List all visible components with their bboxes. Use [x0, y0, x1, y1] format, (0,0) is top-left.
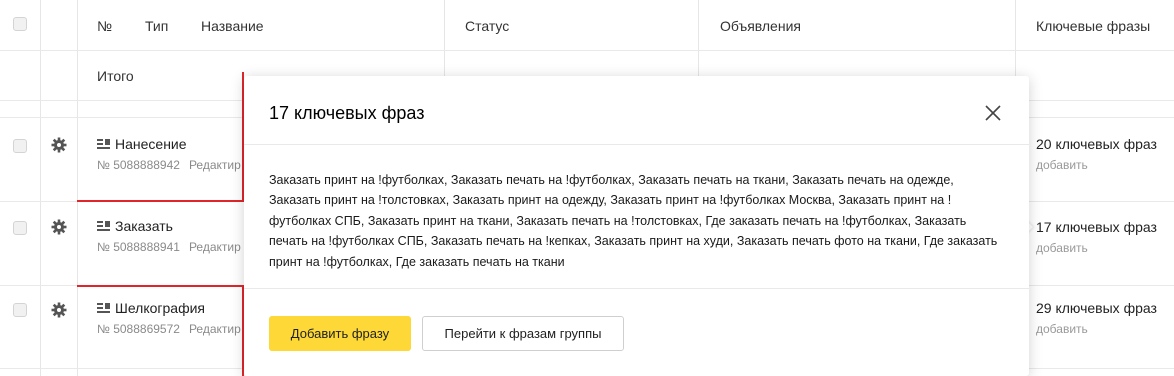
group-id: № 5088888941: [97, 240, 180, 254]
column-header-ads[interactable]: Объявления: [720, 18, 801, 34]
popup-divider: [244, 144, 1029, 145]
add-keyword-link[interactable]: добавить: [1036, 241, 1088, 255]
group-meta: № 5088888942 Редактир: [97, 158, 241, 172]
campaign-groups-page: № Тип Название Статус Объявления Ключевы…: [0, 0, 1174, 376]
group-id: № 5088888942: [97, 158, 180, 172]
row-title[interactable]: Заказать: [97, 218, 173, 234]
group-name: Шелкография: [115, 300, 205, 316]
add-phrase-button[interactable]: Добавить фразу: [269, 316, 411, 351]
group-id: № 5088869572: [97, 322, 180, 336]
row-checkbox[interactable]: [13, 221, 27, 235]
column-divider: [77, 0, 78, 376]
group-meta: № 5088869572 Редактир: [97, 322, 241, 336]
go-to-group-phrases-button[interactable]: Перейти к фразам группы: [422, 316, 624, 351]
column-divider: [40, 0, 41, 376]
row-checkbox[interactable]: [13, 139, 27, 153]
group-name: Заказать: [115, 218, 173, 234]
row-title[interactable]: Шелкография: [97, 300, 205, 316]
column-divider: [698, 0, 699, 76]
text-ad-icon: [97, 138, 110, 149]
edit-link[interactable]: Редактир: [189, 322, 241, 336]
column-divider: [444, 0, 445, 76]
column-header-keywords[interactable]: Ключевые фразы: [1036, 18, 1150, 34]
text-ad-icon: [97, 302, 110, 313]
edit-link[interactable]: Редактир: [189, 158, 241, 172]
add-keyword-link[interactable]: добавить: [1036, 322, 1088, 336]
column-header-status[interactable]: Статус: [465, 18, 509, 34]
group-meta: № 5088888941 Редактир: [97, 240, 241, 254]
column-header-number[interactable]: №: [97, 18, 112, 34]
keywords-count-link[interactable]: 29 ключевых фраз: [1036, 300, 1157, 316]
group-name: Нанесение: [115, 136, 187, 152]
add-keyword-link[interactable]: добавить: [1036, 158, 1088, 172]
row-title[interactable]: Нанесение: [97, 136, 187, 152]
row-checkbox[interactable]: [13, 303, 27, 317]
gear-icon[interactable]: [51, 137, 67, 153]
text-ad-icon: [97, 220, 110, 231]
keyword-phrases-text: Заказать принт на !футболках, Заказать п…: [269, 173, 998, 269]
select-all-checkbox[interactable]: [13, 17, 27, 31]
keywords-count-link[interactable]: 17 ключевых фраз: [1036, 219, 1157, 235]
edit-link[interactable]: Редактир: [189, 240, 241, 254]
gear-icon[interactable]: [51, 219, 67, 235]
column-header-type[interactable]: Тип: [145, 18, 168, 34]
popup-title: 17 ключевых фраз: [269, 103, 425, 123]
column-header-name[interactable]: Название: [201, 18, 264, 34]
close-icon[interactable]: [984, 104, 1002, 122]
popup-divider: [244, 288, 1029, 289]
keywords-popup: 17 ключевых фраз Заказать принт на !футб…: [244, 76, 1029, 376]
annotation-line: [77, 285, 244, 287]
keywords-count-link[interactable]: 20 ключевых фраз: [1036, 136, 1157, 152]
total-label: Итого: [97, 68, 134, 84]
gear-icon[interactable]: [51, 302, 67, 318]
row-divider: [0, 50, 1174, 51]
annotation-line: [77, 200, 244, 202]
